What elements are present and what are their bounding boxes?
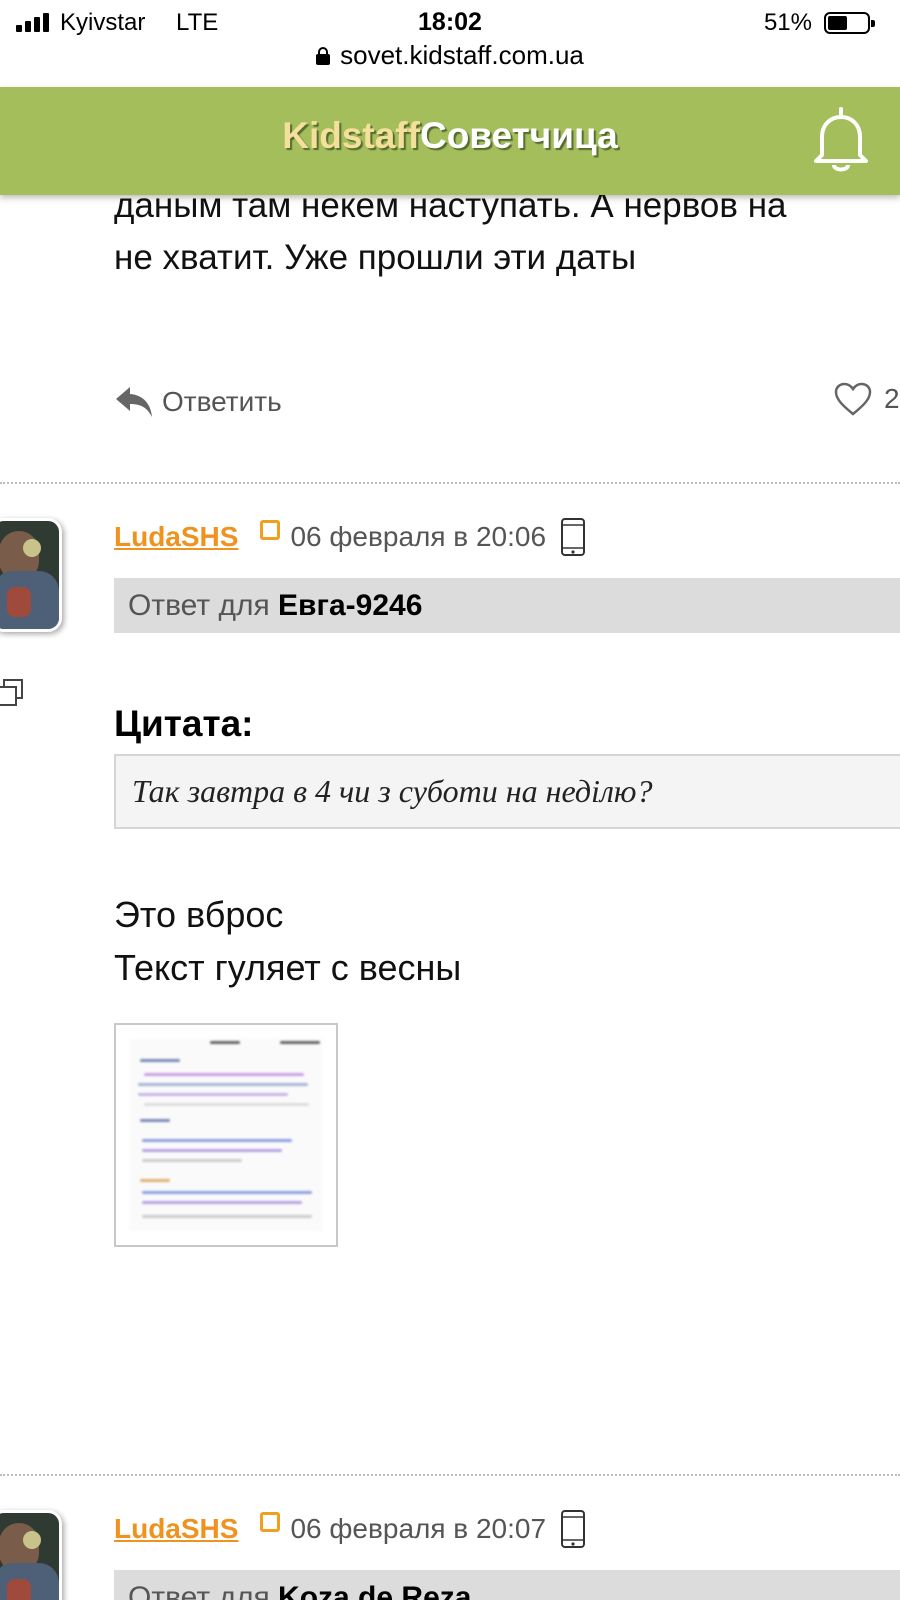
- logo-kidstaff: Kidstaff: [282, 115, 420, 156]
- reply-label: Ответить: [162, 386, 282, 417]
- avatar[interactable]: [0, 1510, 62, 1600]
- status-bar: Kyivstar LTE 18:02 51%: [0, 0, 900, 44]
- copy-icon[interactable]: [0, 678, 24, 708]
- reply-to-user[interactable]: Евга-9246: [278, 589, 422, 622]
- post-date: 06 февраля в 20:06: [290, 521, 547, 552]
- quote-title: Цитата:: [114, 703, 254, 744]
- lock-icon: [316, 47, 331, 65]
- username-link[interactable]: LudaSHS: [114, 521, 238, 553]
- post-body-line: Текст гуляет с весны: [114, 947, 462, 988]
- like-count: 2: [884, 383, 900, 414]
- document-preview-image: [130, 1039, 322, 1231]
- post-date: 06 февраля в 20:07: [290, 1513, 547, 1544]
- previous-post-line: не хватит. Уже прошли эти даты: [114, 238, 637, 277]
- username-link[interactable]: LudaSHS: [114, 1513, 238, 1545]
- battery-icon: [824, 12, 875, 34]
- battery-percent: 51%: [763, 9, 812, 36]
- reply-to-bar: Ответ для Koza de Reza: [114, 1570, 900, 1600]
- post-meta: LudaSHS 06 февраля в 20:07: [114, 1507, 586, 1551]
- avatar[interactable]: [0, 518, 62, 632]
- reply-to-prefix: Ответ для: [128, 589, 270, 622]
- quote-text: Так завтра в 4 чи з суботи на неділю?: [114, 754, 900, 829]
- reply-arrow-icon: [116, 387, 152, 417]
- address-bar[interactable]: sovet.kidstaff.com.ua: [0, 40, 900, 84]
- reply-button[interactable]: Ответить: [114, 380, 282, 424]
- url-text: sovet.kidstaff.com.ua: [340, 40, 584, 70]
- online-status-icon: [260, 1512, 281, 1532]
- post-body: Это вброс Текст гуляет с весны: [114, 888, 461, 994]
- post-divider: [0, 1474, 900, 1476]
- like-button[interactable]: 2: [834, 382, 900, 416]
- site-header: KidstaffСоветчица: [0, 87, 900, 195]
- logo-sovetchica: Советчица: [419, 115, 618, 156]
- site-logo[interactable]: KidstaffСоветчица: [0, 115, 900, 157]
- previous-post-text: даным там некем наступать. А нервов на н…: [114, 180, 900, 284]
- reply-to-prefix: Ответ для: [128, 1581, 270, 1600]
- attached-image-thumbnail[interactable]: [114, 1023, 338, 1247]
- mobile-phone-icon: [561, 518, 586, 556]
- reply-to-bar: Ответ для Евга-9246: [114, 578, 900, 633]
- online-status-icon: [260, 520, 281, 540]
- post-body-line: Это вброс: [114, 894, 284, 935]
- post-divider: [0, 482, 900, 484]
- post-meta: LudaSHS 06 февраля в 20:06: [114, 515, 586, 559]
- heart-icon: [834, 382, 872, 416]
- reply-to-user[interactable]: Koza de Reza: [278, 1581, 471, 1600]
- mobile-phone-icon: [561, 1510, 586, 1548]
- bell-icon[interactable]: [810, 105, 872, 175]
